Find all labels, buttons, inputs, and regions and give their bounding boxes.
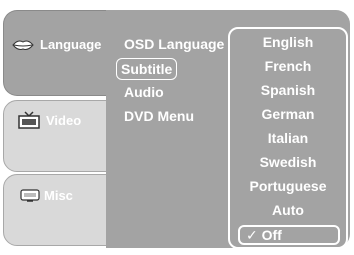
option-french[interactable]: French (230, 56, 346, 76)
option-off[interactable]: ✓ Off (238, 225, 340, 245)
menu-item-subtitle[interactable]: Subtitle (116, 58, 178, 80)
option-off-label: Off (261, 227, 282, 243)
option-portuguese[interactable]: Portuguese (230, 176, 346, 196)
option-auto[interactable]: Auto (230, 200, 346, 220)
option-spanish[interactable]: Spanish (230, 80, 346, 100)
tab-misc[interactable]: Misc (3, 174, 107, 246)
monitor-icon (20, 189, 40, 202)
subtitle-options-list: English French Spanish German Italian Sw… (228, 27, 348, 249)
menu-item-dvd-menu[interactable]: DVD Menu (120, 106, 198, 126)
tab-language[interactable]: Language (3, 10, 107, 96)
tab-misc-label: Misc (44, 188, 73, 203)
menu-item-audio[interactable]: Audio (120, 82, 168, 102)
option-swedish[interactable]: Swedish (230, 152, 346, 172)
tab-language-label: Language (40, 37, 102, 52)
checkmark-icon: ✓ (246, 227, 258, 243)
tab-video-label: Video (46, 113, 82, 128)
tab-video[interactable]: Video (3, 100, 107, 172)
option-italian[interactable]: Italian (230, 128, 346, 148)
menu-item-osd-language[interactable]: OSD Language (120, 34, 228, 54)
lips-icon (12, 40, 34, 50)
settings-screen: Language Video Misc OSD Language Subtitl… (0, 0, 354, 255)
option-german[interactable]: German (230, 104, 346, 124)
option-english[interactable]: English (230, 32, 346, 52)
tv-icon (18, 111, 40, 129)
